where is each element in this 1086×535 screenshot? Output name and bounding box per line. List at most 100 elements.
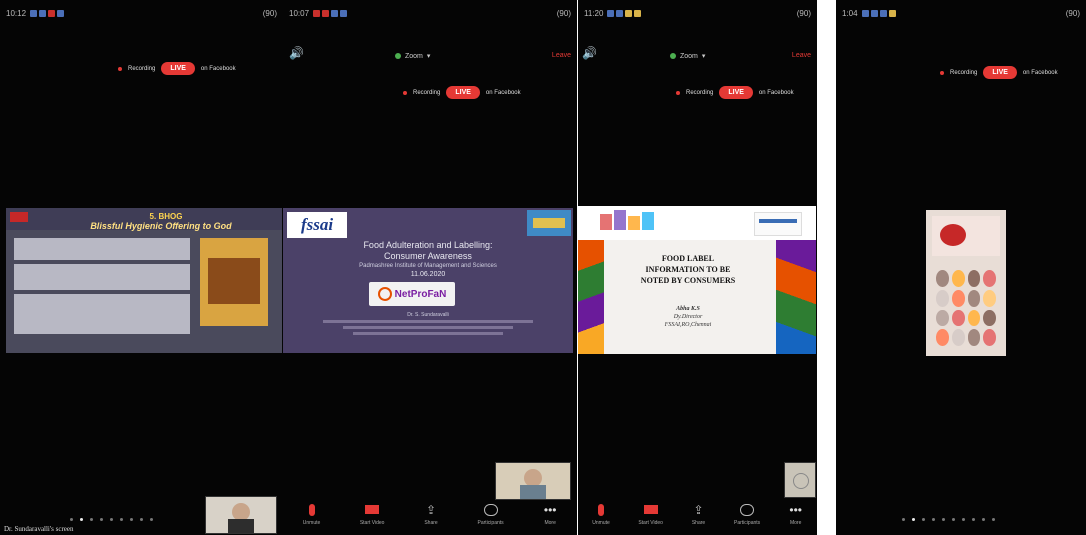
food-items-grid — [936, 270, 996, 346]
facebook-label: on Facebook — [1022, 69, 1058, 76]
meeting-toolbar: Unmute Start Video ⇪ Share Participants … — [283, 493, 577, 535]
slide-title-line2: INFORMATION TO BE — [645, 265, 731, 274]
recording-label: Recording — [950, 69, 978, 76]
slide-title-line3: NOTED BY CONSUMERS — [640, 276, 736, 285]
slide-institute: Padmashree Institute of Management and S… — [359, 263, 497, 269]
slide-book-image — [200, 238, 268, 326]
shared-slide: 5. BHOG Blissful Hygienic Offering to Go… — [6, 208, 282, 353]
notification-icons — [861, 9, 896, 17]
food-icons-image — [600, 210, 660, 236]
share-button[interactable]: ⇪ Share — [424, 503, 438, 526]
chevron-down-icon: ▾ — [426, 53, 431, 60]
screen-3: 11:20 (90) 🔊 Zoom ▾ Leave Recording LIVE… — [578, 0, 817, 535]
battery-indicator: (90) — [556, 8, 571, 18]
facebook-label: on Facebook — [758, 89, 794, 96]
record-dot-icon — [403, 90, 407, 95]
start-video-button[interactable]: Start Video — [638, 503, 663, 526]
screen-caption: Dr. Sundaravalli's screen — [4, 525, 74, 533]
speaker-icon[interactable]: 🔊 — [289, 46, 304, 60]
status-time: 10:12 — [6, 8, 27, 18]
status-time: 11:20 — [584, 8, 604, 18]
zoom-label: Zoom — [680, 52, 698, 60]
more-dots-icon: ••• — [543, 502, 557, 517]
recording-indicator: Recording LIVE on Facebook — [118, 62, 236, 75]
left-pattern — [578, 240, 604, 354]
slide-title-line1: Food Adulteration and Labelling: — [363, 240, 493, 250]
participants-label: Participants — [734, 519, 761, 526]
slide-role: Dy.Director — [673, 314, 703, 320]
speaker-icon[interactable]: 🔊 — [582, 46, 597, 60]
share-icon: ⇪ — [425, 502, 437, 517]
microphone-muted-icon — [594, 503, 608, 517]
live-badge[interactable]: LIVE — [719, 86, 753, 99]
share-icon: ⇪ — [693, 502, 704, 517]
slide-box-2 — [14, 264, 190, 290]
share-label: Share — [424, 519, 438, 526]
zoom-label: Zoom — [405, 52, 423, 60]
share-button[interactable]: ⇪ Share — [692, 503, 706, 526]
product-image — [940, 224, 966, 246]
more-dots-icon: ••• — [789, 502, 802, 517]
notification-icons — [607, 9, 642, 17]
slide-org: FSSAI,RO,Chennai — [664, 322, 712, 328]
record-dot-icon — [676, 90, 680, 95]
chat-bubble-icon — [483, 503, 498, 517]
start-video-label: Start Video — [359, 519, 385, 526]
netprofan-logo: NetProFaN — [369, 282, 455, 306]
start-video-button[interactable]: Start Video — [359, 503, 385, 526]
recording-indicator: Recording LIVE on Facebook — [940, 66, 1058, 79]
status-bar: 1:04 (90) — [842, 6, 1080, 20]
battery-indicator: (90) — [796, 8, 811, 18]
video-off-icon — [365, 503, 380, 517]
self-video-thumbnail[interactable] — [205, 496, 277, 534]
fssai-logo: fssai — [287, 212, 347, 238]
more-button[interactable]: ••• More — [789, 503, 803, 526]
page-indicator[interactable] — [70, 518, 153, 521]
more-label: More — [789, 519, 802, 526]
status-bar: 10:12 (90) — [6, 6, 277, 20]
slide-subtitle: Blissful Hygienic Offering to God — [90, 221, 232, 231]
leave-button[interactable]: Leave — [552, 52, 571, 59]
recording-indicator: Recording LIVE on Facebook — [403, 86, 521, 99]
recording-indicator: Recording LIVE on Facebook — [676, 86, 794, 99]
chevron-down-icon: ▾ — [701, 53, 706, 60]
more-button[interactable]: ••• More — [543, 503, 557, 526]
participants-label: Participants — [477, 519, 504, 526]
zoom-menu[interactable]: Zoom ▾ — [395, 52, 430, 60]
recording-label: Recording — [686, 89, 714, 96]
screen-4: 1:04 (90) Recording LIVE on Facebook — [836, 0, 1086, 535]
slide-box-1 — [14, 238, 190, 260]
status-time: 1:04 — [842, 8, 858, 18]
unmute-label: Unmute — [592, 519, 610, 526]
record-dot-icon — [118, 66, 122, 71]
slide-title: 5. BHOG — [149, 212, 183, 221]
participants-button[interactable]: Participants — [478, 503, 504, 526]
video-off-icon — [643, 503, 658, 517]
slide-box-3 — [14, 294, 190, 334]
status-bar: 10:07 (90) — [289, 6, 571, 20]
shield-icon — [395, 53, 401, 59]
live-badge[interactable]: LIVE — [446, 86, 480, 99]
record-dot-icon — [940, 70, 944, 75]
unmute-button[interactable]: Unmute — [303, 503, 320, 526]
shared-slide: fssai Food Adulteration and Labelling: C… — [283, 208, 573, 353]
shared-slide — [926, 210, 1006, 356]
share-label: Share — [691, 519, 706, 526]
notification-icons — [313, 9, 348, 17]
shared-slide: FOOD LABEL INFORMATION TO BE NOTED BY CO… — [578, 206, 816, 354]
participants-button[interactable]: Participants — [734, 503, 760, 526]
globe-icon — [377, 287, 392, 301]
live-badge[interactable]: LIVE — [161, 62, 195, 75]
avatar — [793, 473, 809, 489]
chat-bubble-icon — [740, 503, 755, 517]
shield-icon — [670, 53, 676, 59]
page-indicator[interactable] — [902, 518, 995, 521]
slide-date: 11.06.2020 — [410, 271, 446, 278]
fssai-logo — [754, 212, 802, 236]
unmute-button[interactable]: Unmute — [592, 503, 610, 526]
live-badge[interactable]: LIVE — [983, 66, 1017, 79]
zoom-menu[interactable]: Zoom ▾ — [670, 52, 705, 60]
more-label: More — [544, 519, 556, 526]
leave-button[interactable]: Leave — [792, 52, 811, 59]
slide-presenter: Dr. S. Sundaravalli — [407, 312, 449, 318]
